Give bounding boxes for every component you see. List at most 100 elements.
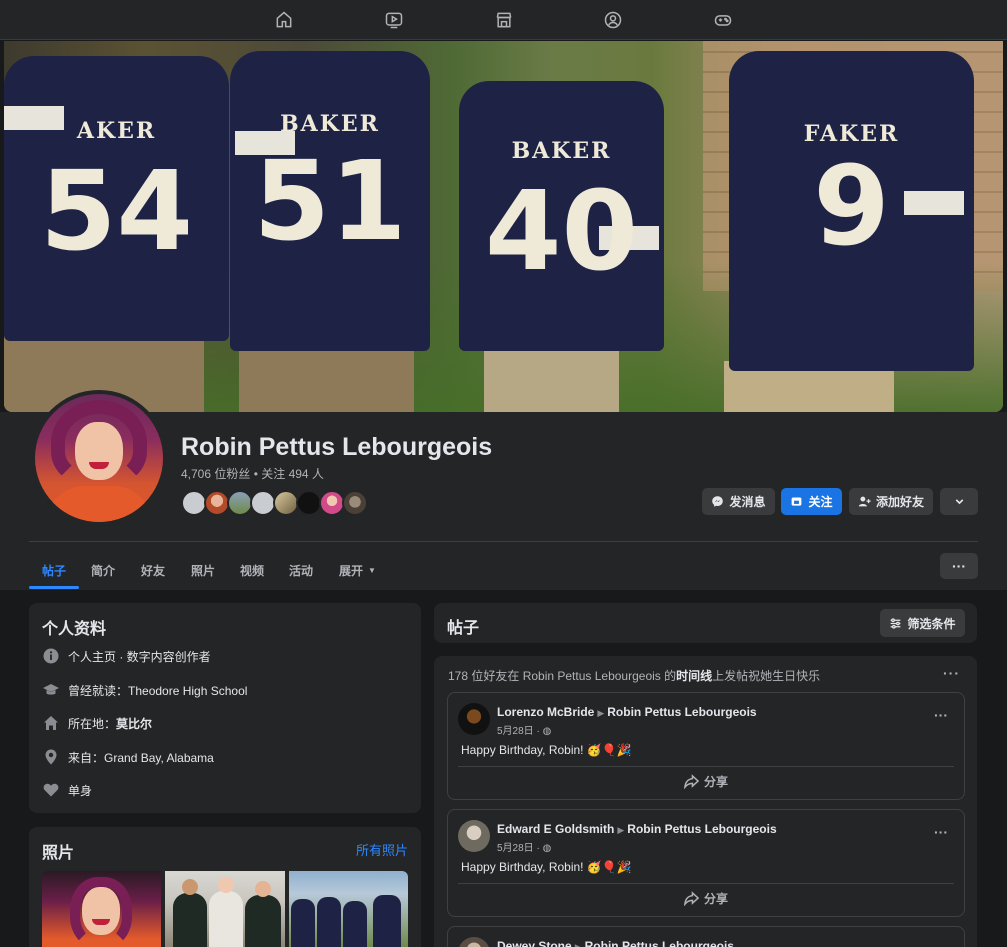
relationship-text: 单身: [68, 783, 93, 798]
intro-card: 个人资料 个人主页 · 数字内容创作者 曾经就读：Theodore High S…: [29, 603, 421, 813]
tab-posts[interactable]: 帖子: [42, 552, 66, 588]
birthday-summary: 178 位好友在 Robin Pettus Lebourgeois 的时间线上发…: [448, 667, 820, 684]
birthday-summary-suffix: 上发帖祝她生日快乐: [712, 669, 821, 683]
tab-more[interactable]: 展开 ▼: [339, 552, 376, 588]
photo-thumbnail[interactable]: [289, 871, 408, 947]
tab-photos[interactable]: 照片: [191, 552, 215, 588]
post-author[interactable]: Lorenzo McBride: [497, 705, 594, 719]
cover-jersey-2: BAKER 51: [230, 51, 430, 351]
caret-right-icon: ▶: [617, 825, 625, 835]
hometown-link[interactable]: Grand Bay, Alabama: [104, 751, 214, 765]
photo-thumbnail[interactable]: [42, 871, 161, 947]
all-photos-link[interactable]: 所有照片: [356, 840, 408, 859]
post-target[interactable]: Robin Pettus Lebourgeois: [585, 939, 734, 947]
intro-row-location: 所在地：莫比尔: [42, 714, 152, 732]
profile-stats[interactable]: 4,706 位粉丝 • 关注 494 人: [181, 465, 324, 482]
education-link[interactable]: Theodore High School: [128, 684, 247, 698]
post-text: Happy Birthday, Robin! 🥳🎈🎉: [461, 860, 632, 874]
chevron-down-icon: [955, 499, 963, 505]
hometown-prefix: 来自：: [68, 750, 105, 765]
info-icon: [42, 647, 60, 665]
share-label: 分享: [703, 892, 728, 906]
birthday-post: Edward E Goldsmith ▶ Robin Pettus Lebourge…: [447, 809, 965, 917]
add-friend-button[interactable]: 添加好友: [849, 488, 933, 515]
post-options-icon[interactable]: ···: [934, 824, 948, 840]
birthday-post: Dewey Stone ▶ Robin Pettus Lebourgeois: [447, 926, 965, 947]
post-divider: [458, 766, 954, 767]
jersey-word-3: BAKER: [511, 138, 612, 164]
home-icon[interactable]: [272, 8, 296, 32]
marketplace-icon[interactable]: [492, 8, 516, 32]
graduation-cap-icon: [42, 681, 60, 699]
share-button[interactable]: 分享: [448, 773, 964, 790]
post-target[interactable]: Robin Pettus Lebourgeois: [627, 822, 776, 836]
cover-jersey-1: AKER 54: [4, 56, 229, 341]
profile-avatar[interactable]: [31, 390, 167, 526]
message-button[interactable]: 发消息: [702, 488, 775, 515]
photo-thumbnail[interactable]: [165, 871, 285, 947]
header-divider: [29, 541, 978, 542]
avatar[interactable]: [458, 703, 490, 735]
more-options-icon[interactable]: ···: [943, 665, 960, 681]
follow-button[interactable]: 关注: [781, 488, 842, 515]
avatar[interactable]: [458, 937, 490, 947]
add-friend-icon: [858, 496, 871, 507]
cover-photo[interactable]: AKER 54 BAKER 51 BAKER 40 FAKER 9: [4, 41, 1003, 412]
tab-options-button[interactable]: ···: [940, 553, 978, 579]
tab-videos[interactable]: 视频: [240, 552, 264, 588]
tab-more-label: 展开: [339, 563, 364, 578]
post-author-line: Lorenzo McBride ▶ Robin Pettus Lebourgeois: [497, 705, 757, 719]
tab-friends[interactable]: 好友: [141, 552, 165, 588]
video-icon[interactable]: [382, 8, 406, 32]
top-navigation: [0, 0, 1007, 40]
post-time[interactable]: 5月28日 · ◍: [497, 839, 551, 854]
intro-row-hometown: 来自：Grand Bay, Alabama: [42, 748, 214, 766]
caret-down-icon: ▼: [368, 565, 376, 575]
location-pin-icon: [42, 748, 60, 766]
intro-category-text: 个人主页 · 数字内容创作者: [68, 649, 211, 664]
heart-icon: [42, 781, 60, 799]
share-label: 分享: [703, 775, 728, 789]
cover-jersey-4: FAKER 9: [729, 51, 974, 371]
message-label: 发消息: [729, 495, 766, 509]
home-icon: [42, 714, 60, 732]
globe-icon: ◍: [542, 843, 552, 854]
post-options-icon[interactable]: ···: [934, 707, 948, 723]
more-actions-button[interactable]: [940, 488, 978, 515]
friend-avatar[interactable]: [342, 490, 368, 516]
active-tab-indicator: [29, 586, 79, 589]
birthday-post: Lorenzo McBride ▶ Robin Pettus Lebourgeois…: [447, 692, 965, 800]
share-icon: [683, 774, 699, 789]
post-author[interactable]: Dewey Stone: [497, 939, 572, 947]
intro-title: 个人资料: [42, 621, 107, 638]
jersey-number-2: 51: [253, 137, 407, 265]
filter-icon: [891, 617, 901, 629]
timeline-link[interactable]: 时间线: [676, 669, 712, 683]
post-time-text: 5月28日 ·: [497, 726, 540, 737]
follow-icon: [792, 497, 802, 506]
avatar[interactable]: [458, 820, 490, 852]
post-divider: [458, 883, 954, 884]
cover-pants-2: [239, 341, 414, 412]
follow-label: 关注: [808, 495, 833, 509]
caret-right-icon: ▶: [597, 708, 605, 718]
jersey-word-1: AKER: [76, 118, 157, 144]
posts-title: 帖子: [447, 620, 480, 637]
filter-label: 筛选条件: [907, 616, 956, 631]
jersey-number-3: 40: [484, 167, 639, 295]
groups-icon[interactable]: [601, 8, 625, 32]
gaming-icon[interactable]: [711, 8, 735, 32]
profile-name: Robin Pettus Lebourgeois: [181, 433, 493, 461]
filter-button[interactable]: 筛选条件: [880, 609, 965, 637]
post-target[interactable]: Robin Pettus Lebourgeois: [607, 705, 756, 719]
friend-avatars[interactable]: [181, 490, 368, 516]
location-link[interactable]: 莫比尔: [116, 717, 152, 731]
post-time[interactable]: 5月28日 · ◍: [497, 722, 551, 737]
post-author[interactable]: Edward E Goldsmith: [497, 822, 614, 836]
tab-events[interactable]: 活动: [289, 552, 313, 588]
share-button[interactable]: 分享: [448, 890, 964, 907]
birthday-summary-prefix: 178 位好友在 Robin Pettus Lebourgeois 的: [448, 669, 677, 683]
intro-row-category: 个人主页 · 数字内容创作者: [42, 647, 211, 665]
tab-about[interactable]: 简介: [91, 552, 115, 588]
caret-right-icon: ▶: [574, 942, 582, 947]
